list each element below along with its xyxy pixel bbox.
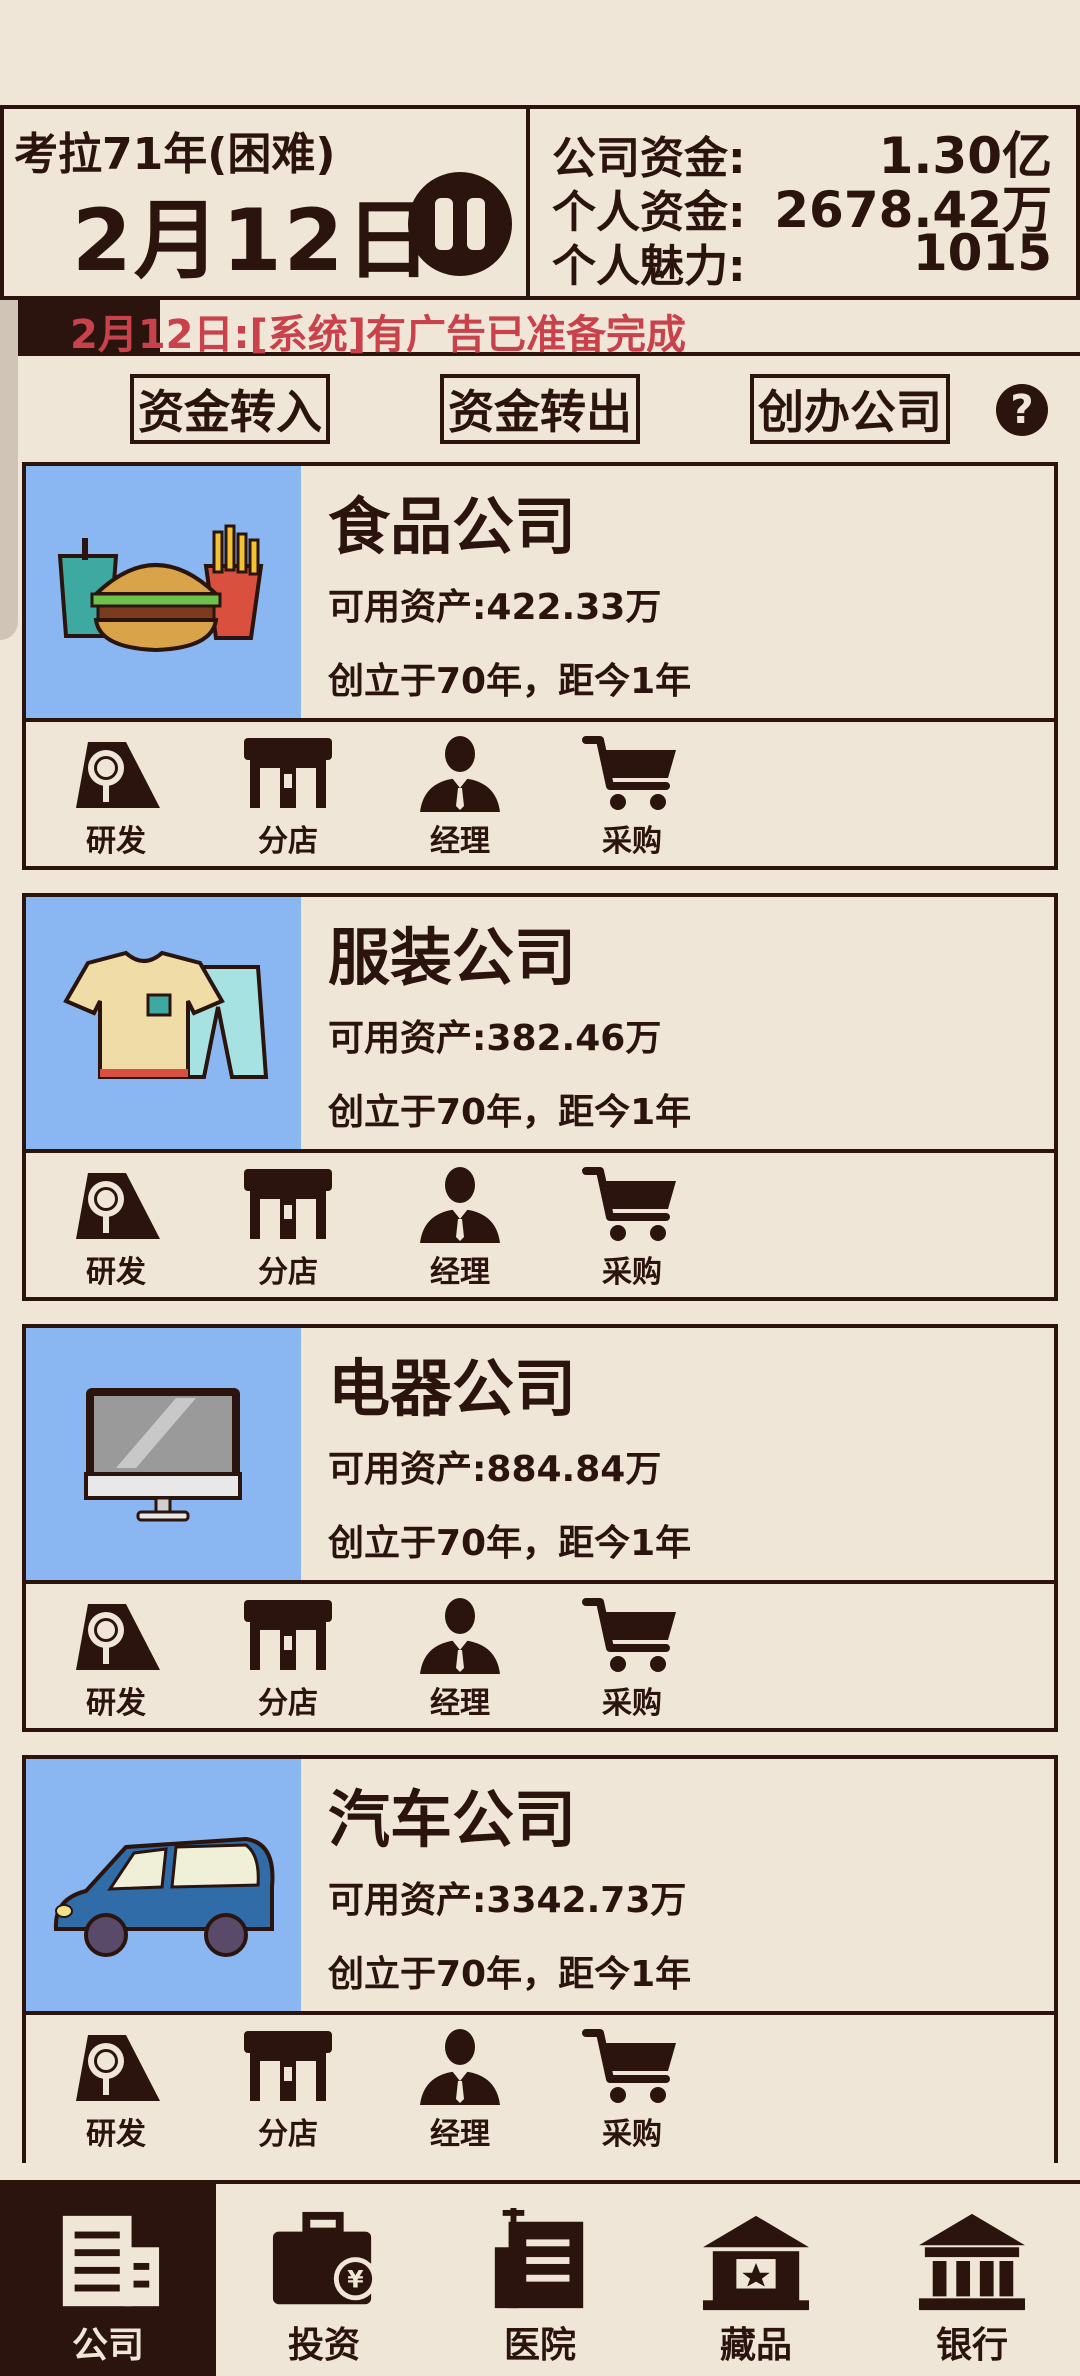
nav-bank[interactable]: 银行 (864, 2184, 1080, 2376)
purchase-button[interactable]: 采购 (572, 1165, 692, 1291)
car-company-image (26, 1759, 301, 2011)
company-name: 汽车公司 (328, 1783, 577, 1856)
rd-button[interactable]: 研发 (56, 1165, 176, 1291)
company-founded: 创立于70年，距今1年 (328, 1092, 692, 1133)
transfer-out-button[interactable]: 资金转出 (440, 374, 640, 444)
nav-label: 医院 (503, 2325, 576, 2366)
company-founded: 创立于70年，距今1年 (328, 661, 692, 702)
nav-label: 银行 (935, 2325, 1008, 2366)
branch-button[interactable]: 分店 (228, 734, 348, 860)
collection-icon (702, 2215, 810, 2311)
cart-icon (582, 2027, 682, 2107)
food-company-image (26, 466, 301, 718)
company-assets: 可用资产:884.84万 (328, 1449, 662, 1490)
company-assets: 可用资产:422.33万 (328, 587, 662, 628)
car-icon (53, 1836, 275, 1957)
clothes-icon (63, 950, 269, 1079)
company-name: 电器公司 (328, 1352, 577, 1425)
ticker-text: 2月12日:[系统]有广告已准备完成 (70, 312, 687, 358)
company-assets: 可用资产:382.46万 (328, 1018, 662, 1059)
manager-button[interactable]: 经理 (400, 2027, 520, 2153)
cart-icon (582, 1596, 682, 1676)
branch-button[interactable]: 分店 (228, 2027, 348, 2153)
rd-button[interactable]: 研发 (56, 1596, 176, 1722)
svg-text:¥: ¥ (347, 2266, 364, 2294)
pause-icon (435, 198, 453, 250)
company-founded: 创立于70年，距今1年 (328, 1523, 692, 1564)
charisma-label: 个人魅力: (552, 241, 746, 292)
pause-button[interactable] (408, 172, 512, 276)
nav-label: 投资 (287, 2325, 360, 2366)
manager-button[interactable]: 经理 (400, 1596, 520, 1722)
research-icon (66, 2027, 166, 2107)
branch-button[interactable]: 分店 (228, 1596, 348, 1722)
manager-button[interactable]: 经理 (400, 734, 520, 860)
company-assets: 可用资产:3342.73万 (328, 1880, 687, 1921)
help-icon[interactable]: ? (996, 384, 1048, 436)
purchase-button[interactable]: 采购 (572, 734, 692, 860)
shop-icon (238, 734, 338, 814)
hospital-icon (494, 2208, 584, 2309)
cart-icon (582, 1165, 682, 1245)
burger-fries-icon (57, 524, 264, 653)
research-icon (66, 1596, 166, 1676)
nav-label: 藏品 (719, 2325, 792, 2366)
nav-collection[interactable]: 藏品 (648, 2184, 864, 2376)
manager-icon (410, 734, 510, 814)
electronics-company-image (26, 1328, 301, 1580)
shop-icon (238, 2027, 338, 2107)
manager-button[interactable]: 经理 (400, 1165, 520, 1291)
bank-icon (918, 2213, 1026, 2311)
nav-company[interactable]: 公司 (0, 2184, 216, 2376)
rd-button[interactable]: 研发 (56, 734, 176, 860)
purchase-button[interactable]: 采购 (572, 1596, 692, 1722)
company-icon (62, 2215, 160, 2307)
rd-button[interactable]: 研发 (56, 2027, 176, 2153)
current-date: 2月12日 (72, 191, 434, 291)
create-company-button[interactable]: 创办公司 (750, 374, 950, 444)
nav-hospital[interactable]: 医院 (432, 2184, 648, 2376)
manager-icon (410, 2027, 510, 2107)
company-name: 服装公司 (328, 921, 577, 994)
nav-label: 公司 (71, 2325, 144, 2366)
research-icon (66, 734, 166, 814)
cart-icon (582, 734, 682, 814)
company-founded: 创立于70年，距今1年 (328, 1954, 692, 1995)
purchase-button[interactable]: 采购 (572, 2027, 692, 2153)
transfer-in-button[interactable]: 资金转入 (130, 374, 330, 444)
nav-investment[interactable]: ¥ 投资 (216, 2184, 432, 2376)
manager-icon (410, 1596, 510, 1676)
charisma-value: 1015 (912, 224, 1052, 282)
shop-icon (238, 1596, 338, 1676)
clothing-company-image (26, 897, 301, 1149)
shop-icon (238, 1165, 338, 1245)
monitor-icon (84, 1388, 242, 1522)
research-icon (66, 1165, 166, 1245)
side-drawer-handle[interactable] (0, 300, 18, 640)
branch-button[interactable]: 分店 (228, 1165, 348, 1291)
investment-icon: ¥ (272, 2211, 378, 2305)
manager-icon (410, 1165, 510, 1245)
company-name: 食品公司 (328, 490, 577, 563)
